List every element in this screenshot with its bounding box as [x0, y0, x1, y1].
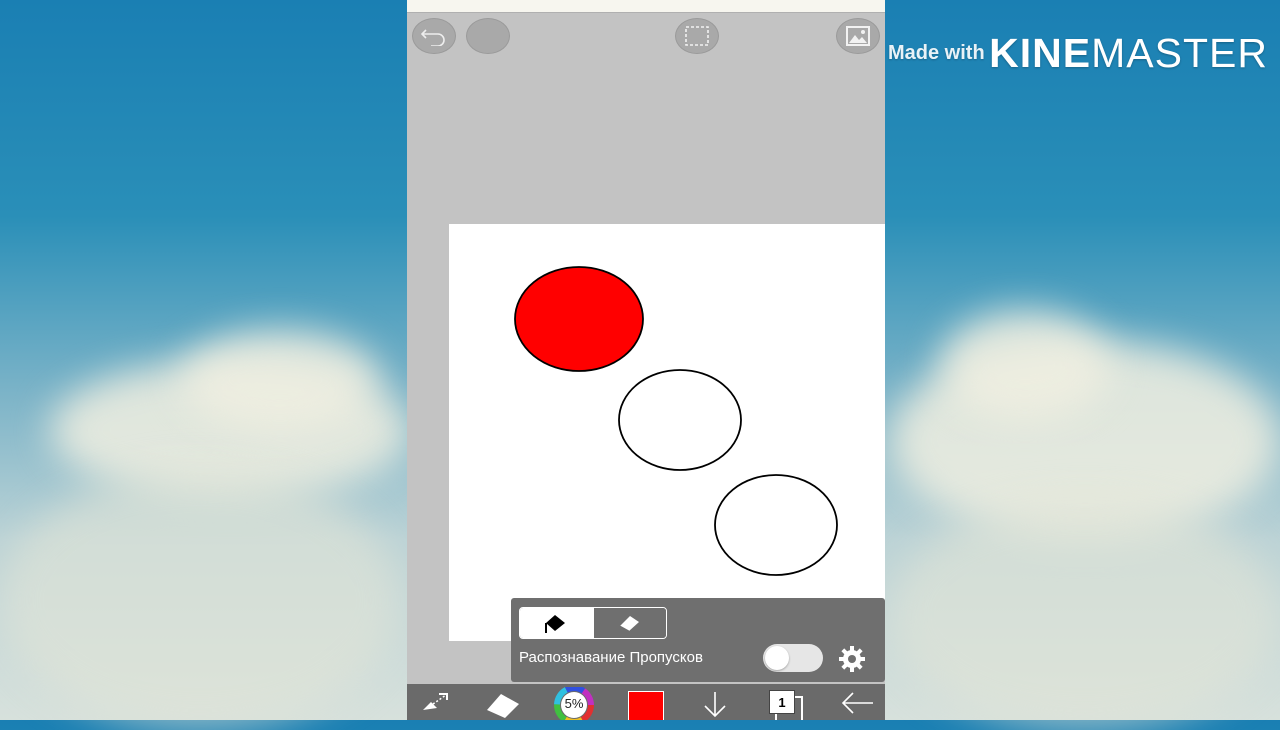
empty-circle	[618, 369, 742, 471]
fill-bucket-icon	[545, 615, 566, 633]
watermark-brand-bold: KINE	[989, 30, 1092, 76]
filled-red-circle	[514, 266, 644, 372]
back-arrow-icon[interactable]	[839, 688, 875, 718]
brush-size-button[interactable]: 5%	[553, 685, 595, 720]
drawing-app-screen: Распознавание Пропусков 5% 1	[407, 0, 885, 720]
selection-icon	[685, 26, 709, 46]
gear-icon[interactable]	[837, 644, 867, 674]
gap-detection-label: Распознавание Пропусков	[519, 649, 703, 666]
erase-mode-button[interactable]	[592, 608, 666, 638]
brush-size-label: 5%	[564, 696, 584, 711]
current-color-swatch[interactable]	[628, 691, 664, 720]
layer-count-badge: 1	[769, 690, 795, 714]
cloud	[0, 470, 400, 730]
layer-count: 1	[778, 694, 786, 710]
bottom-toolbar: 5% 1	[407, 684, 885, 720]
watermark-brand-light: MASTER	[1091, 30, 1268, 76]
drawing-canvas[interactable]	[449, 224, 885, 641]
status-strip	[407, 0, 885, 13]
down-arrow-icon[interactable]	[699, 688, 731, 720]
gallery-button[interactable]	[836, 18, 880, 54]
selection-button[interactable]	[675, 18, 719, 54]
undo-button[interactable]	[412, 18, 456, 54]
fill-mode-toggle	[519, 607, 667, 639]
eraser-icon	[619, 616, 639, 632]
transform-icon[interactable]	[419, 688, 451, 718]
toggle-knob	[765, 646, 789, 670]
fill-mode-button[interactable]	[520, 608, 593, 638]
cloud	[180, 330, 380, 430]
layers-button[interactable]: 1	[769, 690, 803, 720]
fill-tool-panel: Распознавание Пропусков	[511, 598, 885, 682]
gap-detection-toggle[interactable]	[763, 644, 823, 672]
eraser-tool-icon[interactable]	[485, 688, 523, 718]
cloud	[890, 500, 1280, 730]
cloud	[940, 310, 1110, 420]
menu-button[interactable]	[466, 18, 510, 54]
watermark-prefix: Made with	[888, 42, 985, 64]
undo-icon	[421, 29, 445, 46]
canvas-drawing	[514, 266, 838, 576]
gallery-icon	[846, 26, 870, 46]
kinemaster-watermark: Made with KINEMASTER	[888, 30, 1268, 77]
empty-circle	[714, 474, 838, 576]
